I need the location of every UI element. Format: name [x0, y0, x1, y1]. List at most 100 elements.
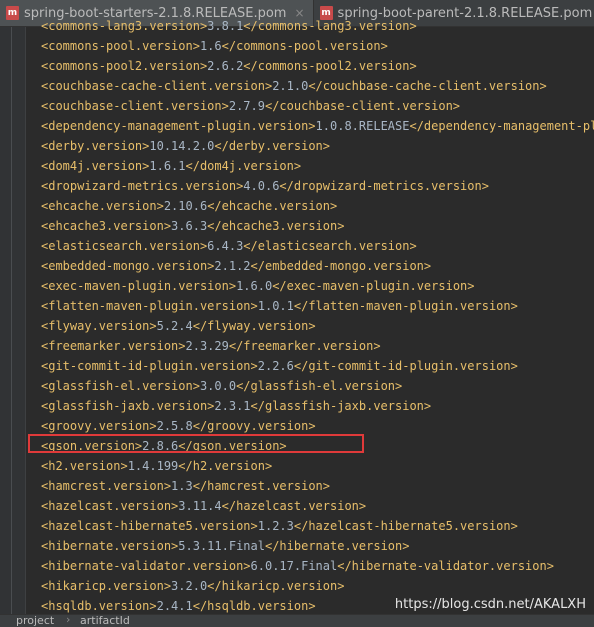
code-line[interactable]: <groovy.version>2.5.8</groovy.version> [41, 416, 594, 436]
xml-close-tag: </dependency-management-plug [409, 119, 594, 133]
xml-value: 2.10.6 [163, 199, 208, 213]
breadcrumb-item-project[interactable]: project [16, 615, 54, 627]
code-line[interactable]: <exec-maven-plugin.version>1.6.0</exec-m… [41, 276, 594, 296]
xml-value: 2.1.2 [214, 259, 251, 273]
code-line[interactable]: <embedded-mongo.version>2.1.2</embedded-… [41, 256, 594, 276]
xml-value: 1.0.8.RELEASE [315, 119, 410, 133]
code-line[interactable]: <dom4j.version>1.6.1</dom4j.version> [41, 156, 594, 176]
xml-value: 6.0.17.Final [250, 559, 338, 573]
code-line[interactable]: <ehcache3.version>3.6.3</ehcache3.versio… [41, 216, 594, 236]
xml-value: 1.0.1 [257, 299, 294, 313]
xml-open-tag: <ehcache3.version> [41, 219, 172, 233]
xml-close-tag: </hamcrest.version> [192, 479, 331, 493]
xml-value: 2.6.2 [207, 59, 244, 73]
code-line[interactable]: <derby.version>10.14.2.0</derby.version> [41, 136, 594, 156]
xml-close-tag: </flyway.version> [192, 319, 316, 333]
xml-close-tag: </groovy.version> [192, 419, 316, 433]
xml-value: 2.3.29 [185, 339, 229, 353]
breadcrumb: project › artifactId [0, 614, 594, 627]
xml-close-tag: </hibernate.version> [264, 539, 410, 553]
code-line[interactable]: <elasticsearch.version>6.4.3</elasticsea… [41, 236, 594, 256]
xml-open-tag: <embedded-mongo.version> [41, 259, 215, 273]
xml-open-tag: <exec-maven-plugin.version> [41, 279, 237, 293]
xml-open-tag: <groovy.version> [41, 419, 157, 433]
code-line[interactable]: <hazelcast.version>3.11.4</hazelcast.ver… [41, 496, 594, 516]
xml-close-tag: </flatten-maven-plugin.version> [293, 299, 518, 313]
xml-open-tag: <glassfish-el.version> [41, 379, 200, 393]
xml-open-tag: <flyway.version> [41, 319, 157, 333]
xml-close-tag: </embedded-mongo.version> [250, 259, 432, 273]
xml-open-tag: <ehcache.version> [41, 199, 164, 213]
code-line[interactable]: <h2.version>1.4.199</h2.version> [41, 456, 594, 476]
xml-open-tag: <hsqldb.version> [41, 599, 157, 613]
xml-value: 10.14.2.0 [149, 139, 215, 153]
xml-open-tag: <dom4j.version> [41, 159, 150, 173]
code-line[interactable]: <commons-pool2.version>2.6.2</commons-po… [41, 56, 594, 76]
xml-open-tag: <couchbase-cache-client.version> [41, 79, 273, 93]
code-line[interactable]: <freemarker.version>2.3.29</freemarker.v… [41, 336, 594, 356]
xml-value: 1.3 [171, 479, 193, 493]
xml-open-tag: <hibernate.version> [41, 539, 179, 553]
xml-value: 5.3.11.Final [178, 539, 265, 553]
code-line[interactable]: <git-commit-id-plugin.version>2.2.6</git… [41, 356, 594, 376]
code-line[interactable]: <commons-pool.version>1.6</commons-pool.… [41, 36, 594, 56]
xml-close-tag: </git-commit-id-plugin.version> [293, 359, 518, 373]
code-line[interactable]: <glassfish-el.version>3.0.0</glassfish-e… [41, 376, 594, 396]
xml-value: 3.11.4 [178, 499, 222, 513]
xml-open-tag: <hikaricp.version> [41, 579, 172, 593]
xml-value: 2.5.8 [156, 419, 193, 433]
code-line[interactable]: <hazelcast-hibernate5.version>1.2.3</haz… [41, 516, 594, 536]
code-editor[interactable]: <commons-lang3.version>3.8.1</commons-la… [41, 16, 594, 614]
xml-close-tag: </couchbase-client.version> [264, 99, 461, 113]
xml-close-tag: </commons-pool.version> [221, 39, 388, 53]
code-line[interactable]: <couchbase-cache-client.version>2.1.0</c… [41, 76, 594, 96]
xml-close-tag: </dropwizard-metrics.version> [279, 179, 489, 193]
code-line[interactable]: <flatten-maven-plugin.version>1.0.1</fla… [41, 296, 594, 316]
xml-close-tag: </hazelcast-hibernate5.version> [293, 519, 518, 533]
code-line[interactable]: <dependency-management-plugin.version>1.… [41, 116, 594, 136]
breadcrumb-item-artifactid[interactable]: artifactId [80, 615, 130, 627]
code-line[interactable]: <hamcrest.version>1.3</hamcrest.version> [41, 476, 594, 496]
xml-open-tag: <commons-pool2.version> [41, 59, 208, 73]
code-line[interactable]: <ehcache.version>2.10.6</ehcache.version… [41, 196, 594, 216]
xml-close-tag: </hsqldb.version> [192, 599, 316, 613]
xml-value: 1.6.1 [149, 159, 186, 173]
code-line[interactable]: <hikaricp.version>3.2.0</hikaricp.versio… [41, 576, 594, 596]
xml-value: 2.4.1 [156, 599, 193, 613]
xml-open-tag: <hazelcast.version> [41, 499, 179, 513]
xml-value: 2.7.9 [228, 99, 265, 113]
xml-open-tag: <h2.version> [41, 459, 128, 473]
editor-gutter[interactable] [0, 27, 26, 614]
xml-open-tag: <gson.version> [41, 439, 143, 453]
xml-close-tag: </elasticsearch.version> [243, 239, 417, 253]
code-line[interactable]: <commons-lang3.version>3.8.1</commons-la… [41, 16, 594, 36]
xml-open-tag: <couchbase-client.version> [41, 99, 229, 113]
code-line[interactable]: <hibernate-validator.version>6.0.17.Fina… [41, 556, 594, 576]
xml-value: 6.4.3 [207, 239, 244, 253]
xml-value: 2.8.6 [142, 439, 179, 453]
xml-value: 3.2.0 [171, 579, 208, 593]
xml-close-tag: </glassfish-el.version> [236, 379, 403, 393]
xml-open-tag: <hibernate-validator.version> [41, 559, 251, 573]
code-line[interactable]: <couchbase-client.version>2.7.9</couchba… [41, 96, 594, 116]
xml-close-tag: </gson.version> [178, 439, 287, 453]
code-line[interactable]: <gson.version>2.8.6</gson.version> [41, 436, 594, 456]
xml-close-tag: </ehcache3.version> [207, 219, 345, 233]
xml-close-tag: </commons-lang3.version> [243, 19, 417, 33]
xml-open-tag: <commons-pool.version> [41, 39, 200, 53]
code-line[interactable]: <glassfish-jaxb.version>2.3.1</glassfish… [41, 396, 594, 416]
xml-open-tag: <glassfish-jaxb.version> [41, 399, 215, 413]
xml-close-tag: </exec-maven-plugin.version> [272, 279, 475, 293]
breadcrumb-separator: › [66, 614, 71, 626]
xml-close-tag: </derby.version> [214, 139, 330, 153]
xml-value: 2.1.0 [272, 79, 309, 93]
maven-file-icon: m [6, 6, 19, 20]
xml-close-tag: </hikaricp.version> [207, 579, 345, 593]
code-line[interactable]: <dropwizard-metrics.version>4.0.6</dropw… [41, 176, 594, 196]
code-line[interactable]: <hibernate.version>5.3.11.Final</hiberna… [41, 536, 594, 556]
xml-value: 2.3.1 [214, 399, 251, 413]
watermark: https://blog.csdn.net/AKALXH [394, 597, 586, 612]
xml-value: 3.0.0 [199, 379, 237, 393]
xml-open-tag: <hazelcast-hibernate5.version> [41, 519, 258, 533]
code-line[interactable]: <flyway.version>5.2.4</flyway.version> [41, 316, 594, 336]
